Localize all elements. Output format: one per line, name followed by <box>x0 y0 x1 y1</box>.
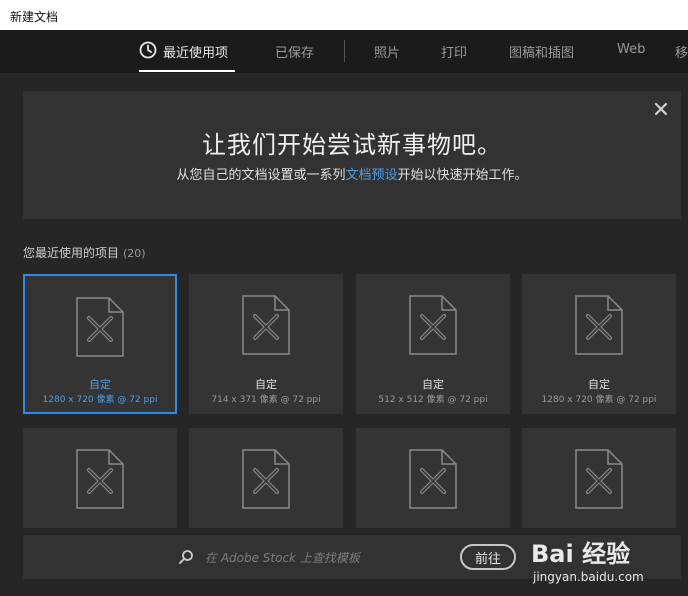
document-icon <box>575 295 623 355</box>
document-icon <box>409 295 457 355</box>
document-icon <box>242 449 290 509</box>
tab-print[interactable]: 打印 <box>441 42 467 61</box>
document-icon <box>76 297 124 357</box>
tab-web[interactable]: Web <box>617 42 645 57</box>
document-icon <box>409 449 457 509</box>
recent-item-card[interactable]: 自定 714 x 371 像素 @ 72 ppi <box>189 274 343 414</box>
card-name: 自定 <box>255 378 277 391</box>
banner-subtitle: 从您自己的文档设置或一系列文档预设开始以快速开始工作。 <box>23 164 681 183</box>
card-name: 自定 <box>422 378 444 391</box>
document-icon <box>76 449 124 509</box>
baidu-watermark: Bai 经验 jingyan.baidu.com <box>525 530 688 596</box>
tab-art-illustration[interactable]: 图稿和插图 <box>509 42 574 61</box>
close-icon[interactable] <box>653 101 669 117</box>
recent-item-card[interactable] <box>189 428 343 528</box>
card-dimensions: 1280 x 720 像素 @ 72 ppi <box>541 395 657 405</box>
banner-title: 让我们开始尝试新事物吧。 <box>202 131 502 159</box>
window-titlebar: 新建文档 <box>0 0 688 30</box>
category-tabs: 最近使用项 已保存 照片 打印 图稿和插图 Web 移 <box>0 30 688 73</box>
search-icon <box>179 550 193 564</box>
recent-item-card[interactable]: 自定 1280 x 720 像素 @ 72 ppi <box>23 274 177 414</box>
recent-items-label: 您最近使用的项目 <box>23 246 120 260</box>
tab-divider <box>344 40 345 62</box>
recent-item-card[interactable]: 自定 512 x 512 像素 @ 72 ppi <box>356 274 510 414</box>
window-title: 新建文档 <box>10 10 59 24</box>
watermark-url: jingyan.baidu.com <box>533 570 644 584</box>
document-icon <box>242 295 290 355</box>
recent-items-count: (20) <box>123 247 146 260</box>
watermark-logo: Bai 经验 <box>531 540 631 568</box>
document-presets-link[interactable]: 文档预设 <box>345 168 397 183</box>
tab-saved[interactable]: 已保存 <box>275 42 314 61</box>
recent-item-card[interactable] <box>23 428 177 528</box>
recent-item-card[interactable] <box>522 428 676 528</box>
card-dimensions: 1280 x 720 像素 @ 72 ppi <box>42 395 158 405</box>
card-dimensions: 512 x 512 像素 @ 72 ppi <box>378 395 488 405</box>
stock-search-input[interactable] <box>203 546 462 570</box>
welcome-banner: 让我们开始尝试新事物吧。 从您自己的文档设置或一系列文档预设开始以快速开始工作。 <box>23 91 681 219</box>
active-tab-indicator <box>139 70 235 72</box>
recent-item-card[interactable] <box>356 428 510 528</box>
card-name: 自定 <box>588 378 610 391</box>
card-name: 自定 <box>89 378 111 391</box>
go-button[interactable]: 前往 <box>460 544 516 570</box>
tab-photo[interactable]: 照片 <box>374 42 400 61</box>
card-dimensions: 714 x 371 像素 @ 72 ppi <box>211 395 321 405</box>
tab-mobile[interactable]: 移 <box>675 42 688 61</box>
document-icon <box>575 449 623 509</box>
clock-icon <box>139 41 157 59</box>
recent-item-card[interactable]: 自定 1280 x 720 像素 @ 72 ppi <box>522 274 676 414</box>
banner-subtitle-text: 从您自己的文档设置或一系列 <box>176 168 346 183</box>
main-panel: 让我们开始尝试新事物吧。 从您自己的文档设置或一系列文档预设开始以快速开始工作。… <box>0 73 688 596</box>
tab-recent[interactable]: 最近使用项 <box>163 42 228 61</box>
banner-subtitle-text-end: 开始以快速开始工作。 <box>397 168 528 183</box>
recent-items-heading: 您最近使用的项目 (20) <box>23 244 146 261</box>
